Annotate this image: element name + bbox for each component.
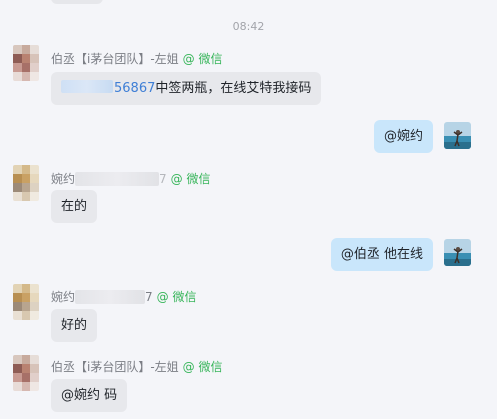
sender-display-name: 伯丞【i茅台团队】-左姐: [51, 360, 179, 374]
message-text: 在的: [61, 199, 88, 214]
sender-name: 伯丞【i茅台团队】-左姐 @ 微信: [51, 50, 223, 67]
message-bubble[interactable]: 56867中签两瓶，在线艾特我接码: [51, 72, 322, 105]
redacted-name: [75, 289, 146, 304]
wechat-source-label: @ 微信: [182, 360, 223, 374]
order-number: 56867: [114, 81, 156, 96]
message-text: @婉约: [383, 129, 423, 144]
wechat-source-label: @ 微信: [170, 172, 211, 186]
redacted-text: [61, 80, 113, 93]
avatar-self[interactable]: [444, 239, 471, 266]
beach-photo-icon: [444, 239, 471, 266]
avatar-self[interactable]: [444, 122, 471, 149]
message-text: 好的: [61, 318, 88, 333]
message-text: @婉约 码: [61, 388, 118, 403]
wechat-source-label: @ 微信: [182, 52, 223, 66]
avatar[interactable]: [13, 284, 39, 320]
avatar[interactable]: [13, 355, 39, 391]
sender-display-name: 伯丞【i茅台团队】-左姐: [51, 52, 179, 66]
sender-name-suffix: 7: [145, 289, 153, 304]
redacted-name: [75, 171, 160, 186]
sender-name: 婉约 7 @ 微信: [51, 170, 210, 187]
sender-display-name: 婉约: [51, 290, 76, 304]
sender-name-suffix: 7: [159, 171, 167, 186]
sender-name: 婉约 7 @ 微信: [51, 288, 196, 305]
sender-name: 伯丞【i茅台团队】-左姐 @ 微信: [51, 358, 223, 375]
timestamp-divider: 08:42: [232, 20, 265, 33]
beach-photo-icon: [444, 122, 471, 149]
previous-message-bubble: [51, 0, 103, 4]
sender-display-name: 婉约: [51, 172, 76, 186]
message-text: @伯丞 他在线: [340, 247, 423, 262]
avatar[interactable]: [13, 45, 39, 81]
message-bubble[interactable]: @婉约 码: [51, 379, 128, 412]
message-bubble[interactable]: 在的: [51, 190, 98, 223]
message-text: 中签两瓶，在线艾特我接码: [155, 81, 312, 96]
wechat-source-label: @ 微信: [156, 290, 197, 304]
message-bubble[interactable]: 好的: [51, 309, 98, 342]
message-bubble[interactable]: @伯丞 他在线: [330, 238, 433, 271]
avatar[interactable]: [13, 165, 39, 201]
message-bubble[interactable]: @婉约: [373, 120, 433, 153]
